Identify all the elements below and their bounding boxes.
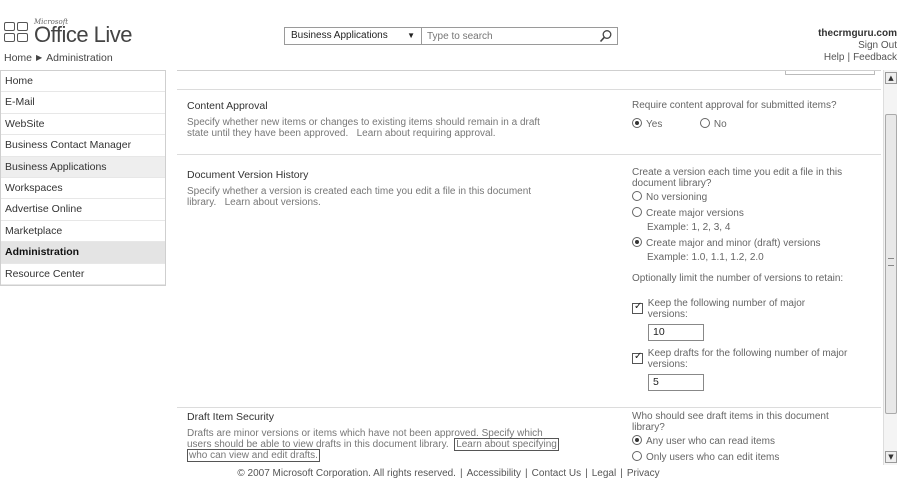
any-user-radio[interactable] <box>632 435 642 445</box>
keep-major-label: Keep the following number of major versi… <box>647 298 806 320</box>
footer-link-contact[interactable]: Contact Us <box>532 468 581 479</box>
copyright: © 2007 Microsoft Corporation. All rights… <box>237 468 456 479</box>
any-user-option: Any user who can read items <box>632 435 775 447</box>
no-versioning-label: No versioning <box>646 192 708 203</box>
edit-users-option: Only users who can edit items <box>632 451 779 463</box>
learn-drafts-link-1[interactable]: Learn about specifying <box>454 438 559 451</box>
user-block: thecrmguru.com Sign Out Help | Feedback <box>818 28 897 64</box>
sidebar-item-email[interactable]: E-Mail <box>1 92 165 114</box>
logo-name: Office Live <box>34 22 133 47</box>
major-minor-radio[interactable] <box>632 237 642 247</box>
version-history-desc-line1: Specify whether a version is created eac… <box>187 186 532 197</box>
major-versions-radio[interactable] <box>632 207 642 217</box>
keep-major-row: Keep the following number of major versi… <box>632 298 843 320</box>
partial-control <box>785 71 875 75</box>
version-history-section: Document Version History Specify whether… <box>177 154 881 407</box>
sidebar-item-marketplace[interactable]: Marketplace <box>1 221 165 243</box>
learn-versions-link[interactable]: Learn about versions. <box>225 197 321 208</box>
breadcrumb-administration[interactable]: Administration <box>46 52 113 64</box>
vertical-scrollbar[interactable]: ▲ ▼ <box>883 70 897 465</box>
major-versions-label: Create major versions <box>646 208 744 219</box>
sidebar-item-advertise-online[interactable]: Advertise Online <box>1 199 165 221</box>
sidebar-item-business-contact-manager[interactable]: Business Contact Manager <box>1 135 165 157</box>
search-category-select[interactable]: Business Applications ▼ <box>285 28 422 44</box>
sign-out-link[interactable]: Sign Out <box>818 40 897 52</box>
draft-security-section: Draft Item Security Drafts are minor ver… <box>177 407 881 465</box>
content-approval-desc-line1: Specify whether new items or changes to … <box>187 117 540 128</box>
grip-icon <box>888 258 894 266</box>
major-minor-example: Example: 1.0, 1.1, 1.2, 2.0 <box>647 252 764 263</box>
feedback-link[interactable]: Feedback <box>853 52 897 63</box>
no-versioning-radio[interactable] <box>632 191 642 201</box>
major-minor-option: Create major and minor (draft) versions <box>632 237 821 249</box>
breadcrumb-home[interactable]: Home <box>4 52 32 64</box>
search-bar: Business Applications ▼ <box>284 27 618 45</box>
content-approval-radios: Yes No <box>632 118 727 130</box>
user-name: thecrmguru.com <box>818 28 897 39</box>
header: Microsoft Office Live Home ▶ Administratio… <box>0 0 897 68</box>
limit-question: Optionally limit the number of versions … <box>632 273 844 284</box>
approval-yes-label: Yes <box>646 119 663 130</box>
learn-drafts-link-2[interactable]: who can view and edit drafts. <box>187 449 320 462</box>
approval-yes-radio[interactable] <box>632 118 642 128</box>
keep-drafts-checkbox[interactable] <box>632 351 643 364</box>
footer-link-legal[interactable]: Legal <box>592 468 616 479</box>
content-approval-question: Require content approval for submitted i… <box>632 100 837 111</box>
keep-drafts-row: Keep drafts for the following number of … <box>632 348 858 370</box>
version-history-description: Specify whether a version is created eac… <box>187 186 607 208</box>
content-approval-title: Content Approval <box>187 100 268 112</box>
version-history-desc-line2: library. <box>187 197 217 208</box>
search-input[interactable] <box>425 28 585 44</box>
sidebar: Home E-Mail WebSite Business Contact Man… <box>0 70 166 465</box>
settings-panel: Content Approval Specify whether new ite… <box>177 70 881 465</box>
keep-drafts-label: Keep drafts for the following number of … <box>647 348 848 370</box>
sidebar-item-administration[interactable]: Administration <box>1 242 165 264</box>
edit-users-radio[interactable] <box>632 451 642 461</box>
learn-approval-link[interactable]: Learn about requiring approval. <box>357 128 496 139</box>
draft-security-title: Draft Item Security <box>187 411 274 423</box>
content-approval-section: Content Approval Specify whether new ite… <box>177 89 881 154</box>
sidebar-item-business-applications[interactable]: Business Applications <box>1 156 165 178</box>
major-versions-example: Example: 1, 2, 3, 4 <box>647 222 731 233</box>
version-history-title: Document Version History <box>187 169 309 181</box>
version-question: Create a version each time you edit a fi… <box>632 167 843 189</box>
content-approval-options: Require content approval for submitted i… <box>632 100 880 140</box>
approval-no-label: No <box>713 119 727 130</box>
draft-security-options: Who should see draft items in this docum… <box>632 411 880 465</box>
any-user-label: Any user who can read items <box>646 436 775 447</box>
office-logo-icon <box>4 22 30 44</box>
draft-security-description: Drafts are minor versions or items which… <box>187 428 607 462</box>
edit-users-label: Only users who can edit items <box>646 452 780 463</box>
content-approval-desc-line2: state until they have been approved. <box>187 128 349 139</box>
sidebar-item-resource-center[interactable]: Resource Center <box>1 264 165 285</box>
breadcrumb-arrow-icon: ▶ <box>36 53 43 62</box>
approval-no-radio[interactable] <box>699 118 710 128</box>
scrollbar-thumb[interactable] <box>885 114 897 414</box>
sidebar-nav: Home E-Mail WebSite Business Contact Man… <box>0 70 166 286</box>
breadcrumb: Home ▶ Administration <box>4 52 113 64</box>
scroll-down-icon[interactable]: ▼ <box>885 451 897 463</box>
sidebar-item-workspaces[interactable]: Workspaces <box>1 178 165 200</box>
search-category-value: Business Applications <box>291 30 388 41</box>
scroll-up-icon[interactable]: ▲ <box>885 72 897 84</box>
no-versioning-option: No versioning <box>632 191 707 203</box>
help-link[interactable]: Help <box>824 52 845 63</box>
keep-drafts-input[interactable]: 5 <box>648 374 704 391</box>
major-versions-option: Create major versions <box>632 207 744 219</box>
keep-major-checkbox[interactable] <box>632 301 643 314</box>
sidebar-item-home[interactable]: Home <box>1 71 165 93</box>
sidebar-item-website[interactable]: WebSite <box>1 114 165 136</box>
search-icon[interactable] <box>599 29 613 43</box>
keep-major-input[interactable]: 10 <box>648 324 704 341</box>
footer: © 2007 Microsoft Corporation. All rights… <box>237 468 660 479</box>
footer-link-accessibility[interactable]: Accessibility <box>467 468 521 479</box>
version-history-options: Create a version each time you edit a fi… <box>632 167 880 407</box>
draft-security-question: Who should see draft items in this docum… <box>632 411 829 433</box>
major-minor-label: Create major and minor (draft) versions <box>646 238 821 249</box>
separator: | <box>847 52 851 63</box>
office-live-logo[interactable]: Microsoft Office Live <box>4 18 154 48</box>
content-approval-description: Specify whether new items or changes to … <box>187 117 607 139</box>
chevron-down-icon: ▼ <box>407 31 415 40</box>
footer-link-privacy[interactable]: Privacy <box>627 468 660 479</box>
